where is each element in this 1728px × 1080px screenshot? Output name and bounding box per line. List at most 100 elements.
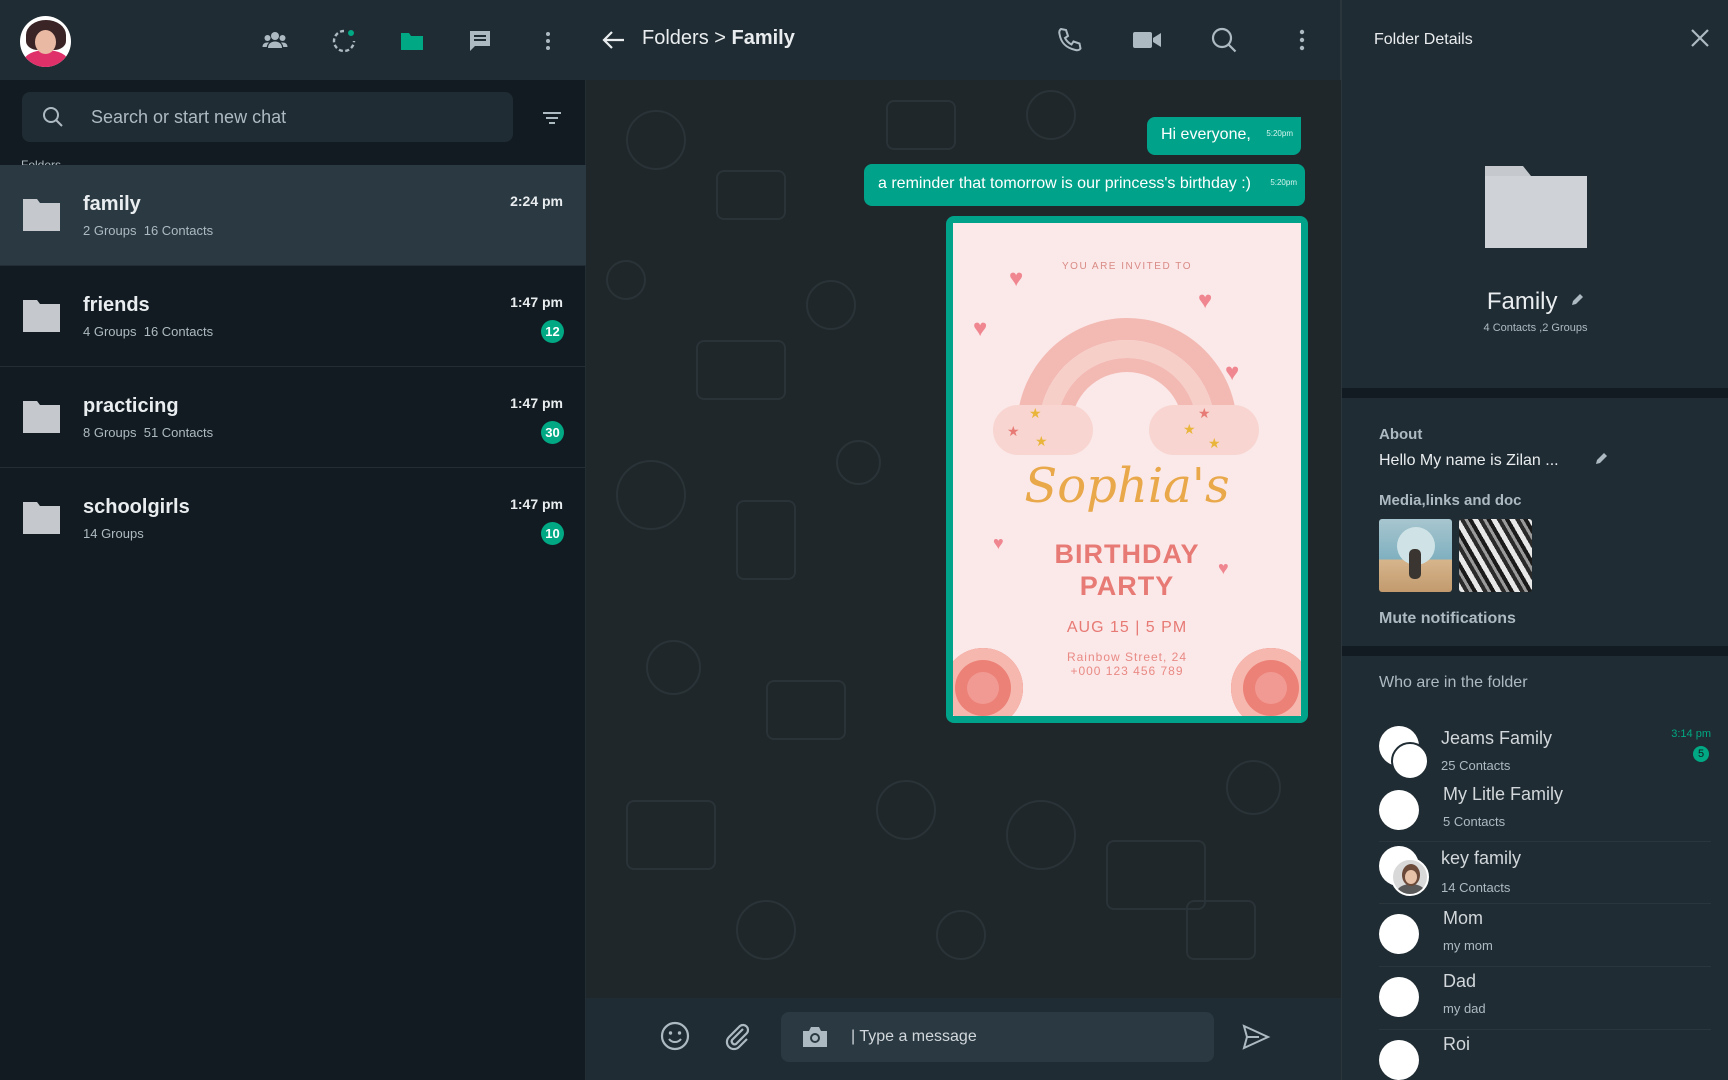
invitation-image: YOU ARE INVITED TO ♥ ♥ ♥ ♥ ♥ ♥ ★ ★ ★ ★ ★… xyxy=(953,223,1301,716)
member-sub: 25 Contacts xyxy=(1441,758,1511,773)
avatar xyxy=(1379,1040,1419,1080)
message-bubble[interactable]: a reminder that tomorrow is our princess… xyxy=(864,164,1305,206)
details-title: Folder Details xyxy=(1374,31,1473,48)
image-message[interactable]: YOU ARE INVITED TO ♥ ♥ ♥ ♥ ♥ ♥ ★ ★ ★ ★ ★… xyxy=(946,216,1308,723)
chat-header: Folders > Family xyxy=(586,0,1341,80)
media-thumbnail[interactable] xyxy=(1459,519,1532,592)
message-box[interactable] xyxy=(781,1012,1214,1062)
member-row[interactable]: My Litle Family 5 Contacts xyxy=(1379,780,1711,842)
avatar xyxy=(1379,914,1419,954)
sidebar: Folders family 2 Groups 16 Contacts 2:24… xyxy=(0,0,586,1080)
message-time: 5:20pm xyxy=(1270,178,1297,187)
folder-name: family xyxy=(83,193,141,215)
chat-title: Folders > Family xyxy=(642,27,795,49)
invite-heading: YOU ARE INVITED TO xyxy=(1062,261,1192,272)
member-name: Mom xyxy=(1443,908,1483,928)
member-row[interactable]: Roi xyxy=(1379,1030,1711,1080)
folder-icon xyxy=(23,199,60,231)
avatar xyxy=(1391,858,1429,896)
member-sub: my mom xyxy=(1443,938,1493,953)
folder-icon xyxy=(23,502,60,534)
avatar xyxy=(1391,742,1429,780)
invite-date: AUG 15 | 5 PM xyxy=(1066,619,1188,636)
member-time: 3:14 pm xyxy=(1671,728,1711,740)
folder-time: 1:47 pm xyxy=(510,395,563,411)
compose-bar xyxy=(586,998,1341,1080)
search-box[interactable] xyxy=(22,92,513,142)
emoji-icon[interactable] xyxy=(659,1020,691,1052)
edit-icon[interactable] xyxy=(1570,293,1584,307)
unread-badge: 10 xyxy=(541,522,564,545)
member-sub: 5 Contacts xyxy=(1443,814,1506,829)
folder-counts: 8 Groups 51 Contacts xyxy=(83,425,214,440)
filter-icon[interactable] xyxy=(540,106,564,130)
heart-icon: ♥ xyxy=(973,315,988,342)
mute-notifications[interactable]: Mute notifications xyxy=(1379,610,1516,628)
back-arrow-icon[interactable] xyxy=(600,26,628,54)
folder-counts: 4 Groups 16 Contacts xyxy=(83,324,214,339)
app-window: Folders family 2 Groups 16 Contacts 2:24… xyxy=(0,0,1728,1080)
member-name: Jeams Family xyxy=(1441,728,1553,748)
folder-name: Family xyxy=(1342,288,1728,316)
heart-icon: ♥ xyxy=(1009,265,1024,292)
camera-icon[interactable] xyxy=(801,1024,829,1050)
invite-name: Sophia's xyxy=(1024,458,1230,514)
unread-badge: 30 xyxy=(541,421,564,444)
folder-counts: 2 Groups 16 Contacts xyxy=(83,223,214,238)
folder-counts: 14 Groups xyxy=(83,526,144,541)
about-value: Hello My name is Zilan ... xyxy=(1379,452,1559,469)
folder-members: Who are in the folder Jeams Family 25 Co… xyxy=(1342,656,1728,1080)
member-name: Roi xyxy=(1443,1034,1471,1054)
folder-name: friends xyxy=(83,294,150,316)
member-sub: 14 Contacts xyxy=(1441,880,1511,895)
folder-name: practicing xyxy=(83,395,179,417)
video-call-icon[interactable] xyxy=(1131,24,1163,56)
member-name: My Litle Family xyxy=(1443,784,1564,804)
new-chat-icon[interactable] xyxy=(463,24,497,58)
attach-icon[interactable] xyxy=(721,1020,753,1052)
message-input[interactable] xyxy=(851,1012,1191,1062)
folder-icon xyxy=(23,300,60,332)
details-header: Folder Details xyxy=(1342,0,1728,80)
sidebar-header xyxy=(0,0,586,80)
member-row[interactable]: Jeams Family 25 Contacts 3:14 pm 5 xyxy=(1379,718,1711,780)
media-thumbnail[interactable] xyxy=(1379,519,1452,592)
message-text: Hi everyone, xyxy=(1161,126,1251,143)
avatar xyxy=(1379,977,1419,1017)
communities-icon[interactable] xyxy=(258,24,292,58)
folder-summary: Family 4 Contacts ,2 Groups xyxy=(1342,80,1728,388)
member-name: Dad xyxy=(1443,971,1477,991)
send-icon[interactable] xyxy=(1241,1022,1271,1052)
folder-row-practicing[interactable]: practicing 8 Groups 51 Contacts 1:47 pm … xyxy=(0,367,586,468)
invite-title: BIRTHDAY PARTY xyxy=(1054,539,1200,601)
folder-details-panel: Folder Details Family 4 Contacts ,2 Grou… xyxy=(1341,0,1728,1080)
my-avatar[interactable] xyxy=(20,16,71,67)
menu-icon[interactable] xyxy=(531,24,565,58)
voice-call-icon[interactable] xyxy=(1053,24,1085,56)
edit-icon[interactable] xyxy=(1594,452,1608,466)
search-icon xyxy=(43,107,63,127)
members-label: Who are in the folder xyxy=(1379,674,1528,691)
folder-counts: 4 Contacts ,2 Groups xyxy=(1483,322,1588,334)
status-icon[interactable] xyxy=(327,24,361,58)
folder-info: About Hello My name is Zilan ... Media,l… xyxy=(1342,398,1728,646)
unread-badge: 12 xyxy=(541,320,564,343)
search-input[interactable] xyxy=(91,92,491,142)
search-icon[interactable] xyxy=(1208,24,1240,56)
folder-row-friends[interactable]: friends 4 Groups 16 Contacts 1:47 pm 12 xyxy=(0,266,586,367)
about-label: About xyxy=(1379,426,1423,443)
message-bubble[interactable]: Hi everyone, 5:20pm xyxy=(1147,117,1301,155)
menu-icon[interactable] xyxy=(1286,24,1318,56)
message-text: a reminder that tomorrow is our princess… xyxy=(878,175,1251,192)
folder-time: 1:47 pm xyxy=(510,294,563,310)
member-row[interactable]: key family 14 Contacts xyxy=(1379,842,1711,904)
close-icon[interactable] xyxy=(1687,25,1713,51)
folder-row-schoolgirls[interactable]: schoolgirls 14 Groups 1:47 pm 10 xyxy=(0,468,586,569)
folder-time: 1:47 pm xyxy=(510,496,563,512)
member-row[interactable]: Dad my dad xyxy=(1379,967,1711,1030)
member-row[interactable]: Mom my mom xyxy=(1379,904,1711,967)
folder-row-family[interactable]: family 2 Groups 16 Contacts 2:24 pm xyxy=(0,165,586,266)
folders-icon[interactable] xyxy=(395,24,429,58)
heart-icon: ♥ xyxy=(1198,287,1213,314)
chat-panel: Folders > Family Hi everyone, 5:20pm a r… xyxy=(586,0,1341,1080)
